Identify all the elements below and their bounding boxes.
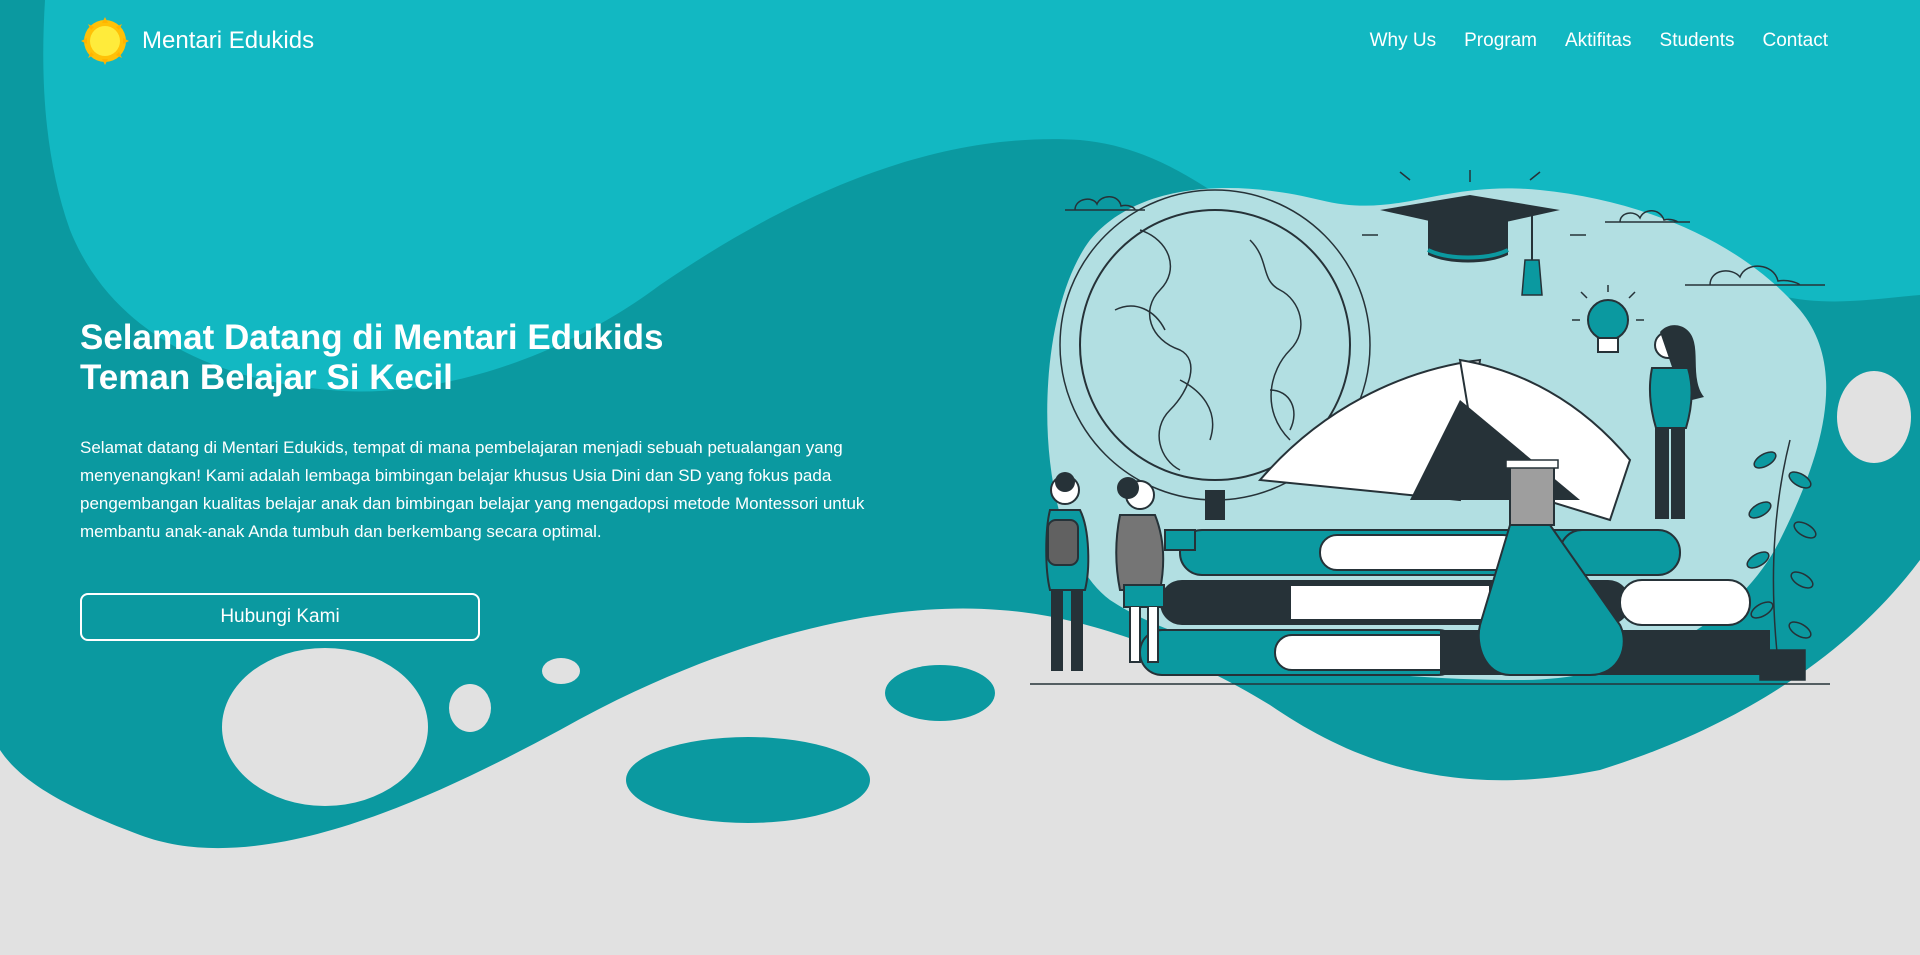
hero-illustration [1030, 170, 1830, 685]
hero-title: Selamat Datang di Mentari Edukids Teman … [80, 318, 880, 398]
teal-bubble-small [885, 665, 995, 721]
gray-bubble-right [1837, 371, 1911, 463]
main-nav: Why Us Program Aktifitas Students Contac… [1370, 30, 1828, 52]
nav-why-us[interactable]: Why Us [1370, 30, 1437, 52]
hero-title-line2: Teman Belajar Si Kecil [80, 358, 453, 397]
hero-description: Selamat datang di Mentari Edukids, tempa… [80, 438, 865, 541]
nav-contact[interactable]: Contact [1763, 30, 1828, 52]
gray-bubble-large [222, 648, 428, 806]
nav-program[interactable]: Program [1464, 30, 1537, 52]
gray-bubble-small [449, 684, 491, 732]
teal-bubble-mid [626, 737, 870, 823]
hero-title-line1: Selamat Datang di Mentari Edukids [80, 318, 664, 357]
nav-aktifitas[interactable]: Aktifitas [1565, 30, 1632, 52]
brand-name: Mentari Edukids [142, 27, 315, 54]
nav-students[interactable]: Students [1660, 30, 1735, 52]
sun-icon [81, 17, 129, 65]
hero-section: Selamat Datang di Mentari Edukids Teman … [80, 318, 880, 546]
gray-bubble-tiny [542, 658, 580, 684]
contact-us-button[interactable]: Hubungi Kami [80, 593, 480, 641]
brand-logo[interactable]: Mentari Edukids [80, 16, 314, 66]
